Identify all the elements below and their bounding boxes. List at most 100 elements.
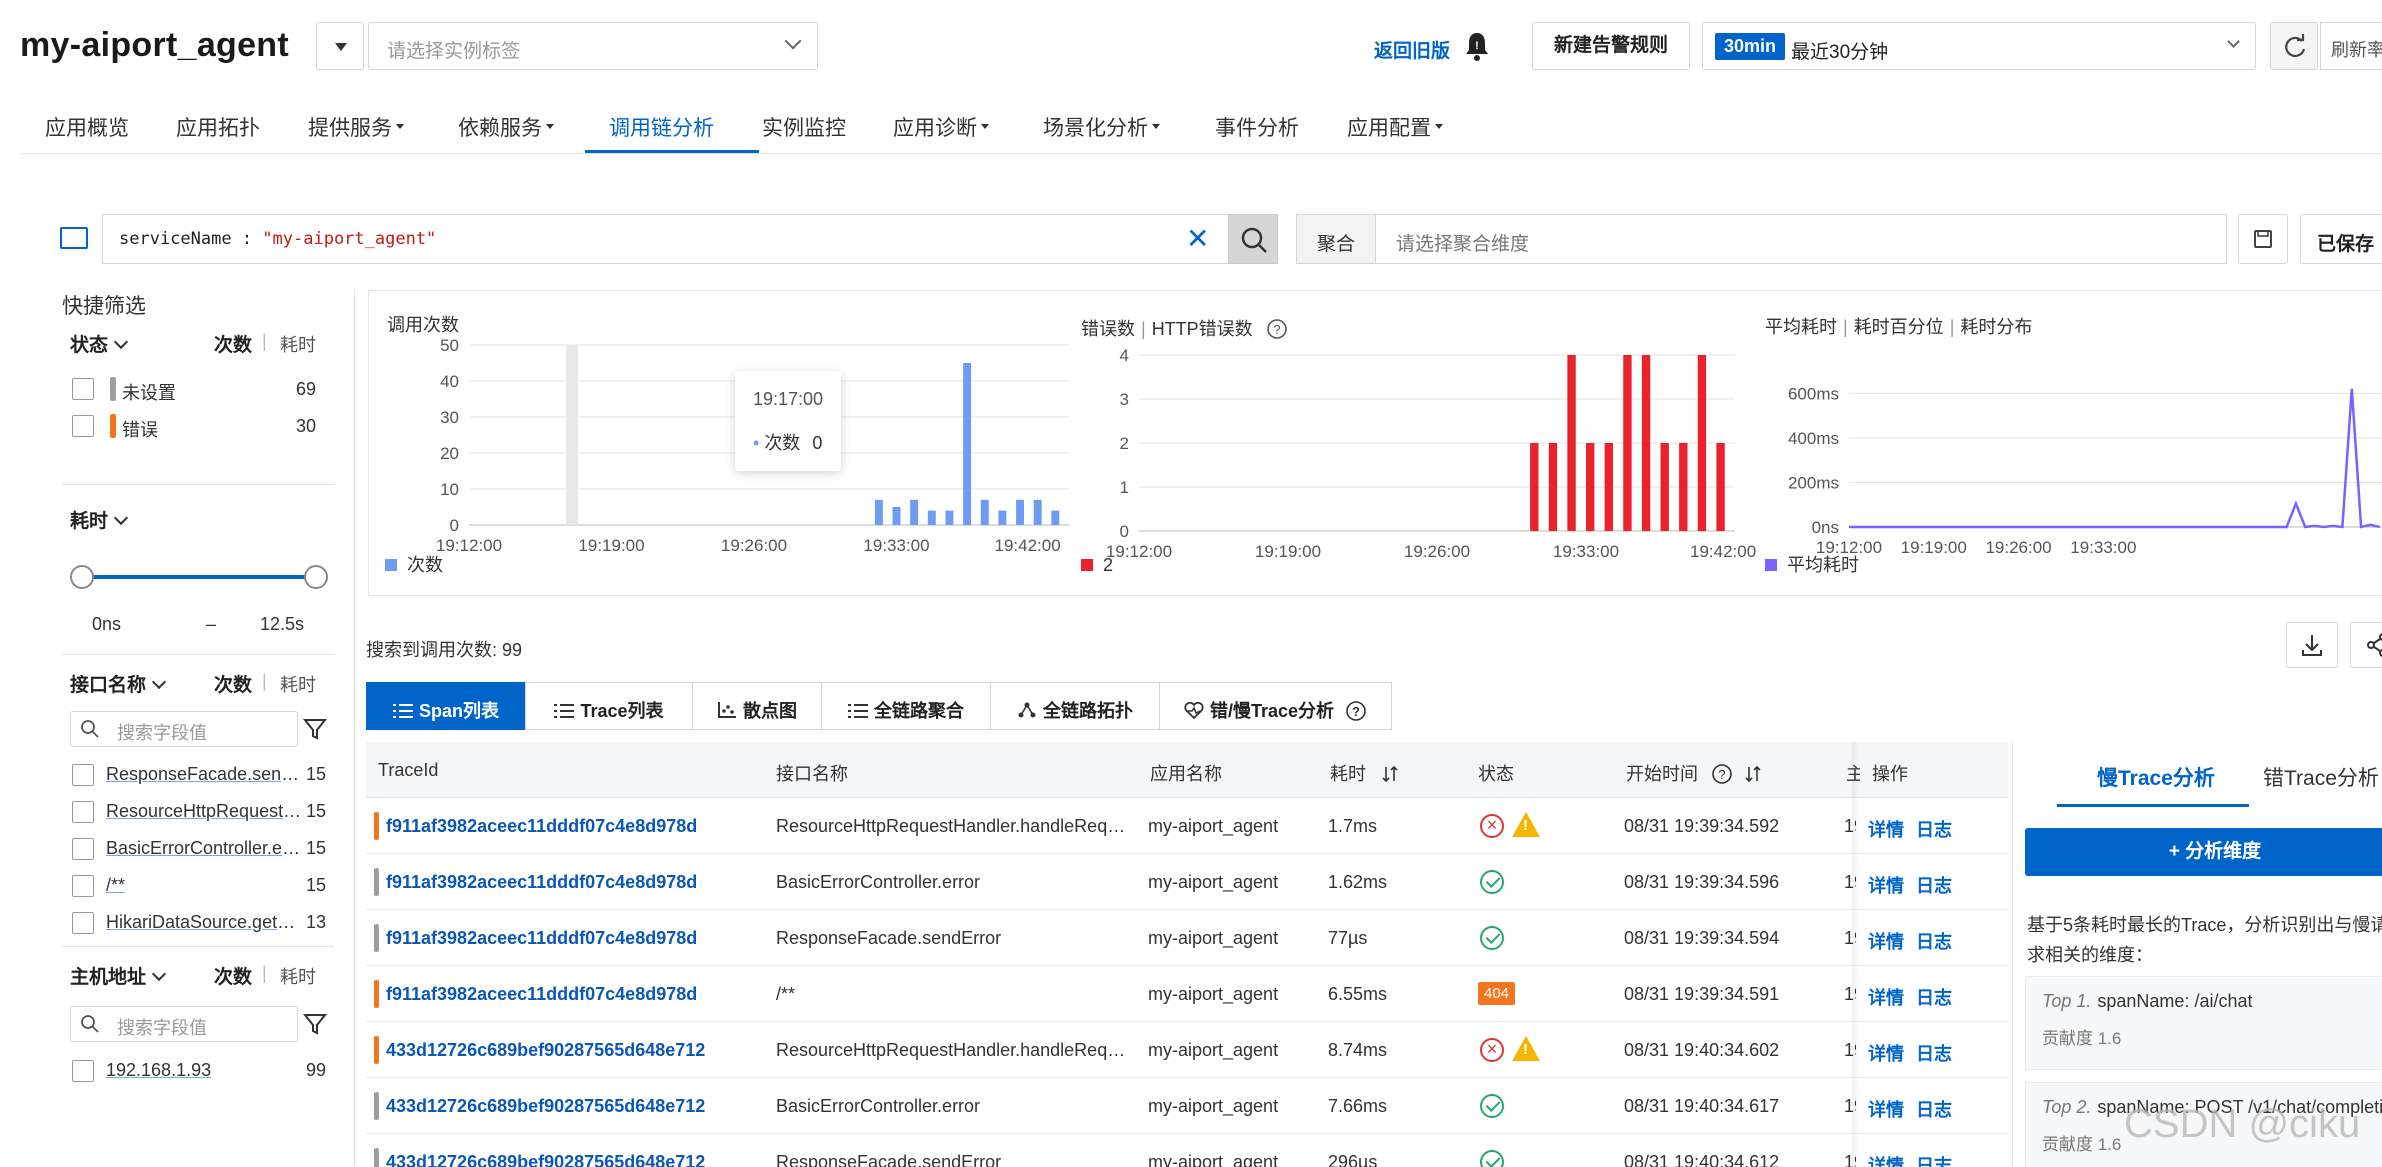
duration-column-header[interactable]: 耗时 [280,331,316,357]
detail-link[interactable]: 详情 [1868,1152,1904,1167]
calls-chart[interactable]: 0 10 20 30 40 50 19:12:00 19:19:00 19:26:00 19:33… [369,331,1069,591]
instance-tag-select[interactable]: 请选择实例标签 [368,22,818,70]
dimension-card[interactable]: Top 1. spanName: /ai/chat 贡献度 1.6 [2025,976,2382,1070]
log-link[interactable]: 日志 [1916,1040,1952,1066]
count-column-header[interactable]: 次数 [214,962,252,989]
trace-id-link[interactable]: f911af3982aceec11dddf07c4e8d978d [386,816,762,837]
bar [1697,355,1707,531]
tab-error-trace-analysis[interactable]: 错Trace分析 [2263,762,2379,792]
duration-column-header[interactable]: 耗时 [280,671,316,697]
tab-provided-services[interactable]: 提供服务 [308,112,404,142]
table-row[interactable]: f911af3982aceec11dddf07c4e8d978d Resource… [366,798,2008,854]
tab-full-link-topology[interactable]: 全链路拓扑 [990,682,1160,730]
filter-icon[interactable] [302,1011,328,1037]
log-link[interactable]: 日志 [1916,816,1952,842]
interface-checkbox[interactable] [72,875,94,897]
log-link[interactable]: 日志 [1916,984,1952,1010]
share-button[interactable] [2350,622,2382,668]
table-row[interactable]: 433d12726c689bef90287565d648e712 Resource… [366,1022,2008,1078]
trace-id-link[interactable]: f911af3982aceec11dddf07c4e8d978d [386,928,762,949]
filter-icon[interactable] [302,716,328,742]
log-link[interactable]: 日志 [1916,928,1952,954]
save-query-button[interactable] [2238,214,2288,264]
errors-chart[interactable]: 0 1 2 3 4 19:12:00 19:19:00 19:26:00 19:33:00 19:… [1069,331,1759,591]
table-row[interactable]: 433d12726c689bef90287565d648e712 Response… [366,1134,2008,1167]
tab-trace-analysis[interactable]: 调用链分析 [609,112,714,142]
tab-dependent-services[interactable]: 依赖服务 [458,112,554,142]
detail-link[interactable]: 详情 [1868,816,1904,842]
tab-trace-list[interactable]: Trace列表 [525,682,693,730]
duration-column-header[interactable]: 耗时 [280,963,316,989]
interface-checkbox[interactable] [72,838,94,860]
trace-id-link[interactable]: 433d12726c689bef90287565d648e712 [386,1152,762,1167]
aggregate-dimension-input[interactable]: 请选择聚合维度 [1375,214,2227,264]
old-version-link[interactable]: 返回旧版 [1374,36,1450,63]
tab-slow-trace-analysis[interactable]: 慢Trace分析 [2097,762,2215,792]
tab-span-list[interactable]: Span列表 [366,682,526,730]
query-input[interactable]: serviceName : "my-aiport_agent" [102,214,1230,264]
detail-link[interactable]: 详情 [1868,1096,1904,1122]
download-button[interactable] [2286,622,2338,668]
host-section-toggle[interactable]: 主机地址 [70,962,167,989]
tab-instance-monitor[interactable]: 实例监控 [762,112,846,142]
help-icon[interactable]: ? [1711,763,1733,785]
table-row[interactable]: f911af3982aceec11dddf07c4e8d978d BasicErr… [366,854,2008,910]
clear-icon[interactable]: ✕ [1186,222,1209,255]
new-alert-rule-button[interactable]: 新建告警规则 [1532,22,1690,70]
tab-scatter[interactable]: 散点图 [692,682,822,730]
count-column-header[interactable]: 次数 [214,670,252,697]
table-row[interactable]: 433d12726c689bef90287565d648e712 BasicErr… [366,1078,2008,1134]
duration-section-toggle[interactable]: 耗时 [70,506,129,533]
col-header-duration[interactable]: 耗时 [1318,742,1466,798]
interface-checkbox[interactable] [72,801,94,823]
app-dropdown-button[interactable] [316,22,364,70]
interface-checkbox[interactable] [72,912,94,934]
search-button[interactable] [1228,214,1278,264]
interface-search-input[interactable]: 搜索字段值 [70,711,298,747]
help-icon[interactable]: ? [1345,700,1367,722]
detail-link[interactable]: 详情 [1868,984,1904,1010]
duration-chart[interactable]: 0ns200ms400ms600ms19:12:00 19:19:00 19:26:… [1749,331,2382,591]
add-dimension-button[interactable]: + 分析维度 [2025,828,2382,876]
table-row[interactable]: f911af3982aceec11dddf07c4e8d978d Response… [366,910,2008,966]
status-checkbox[interactable] [72,378,94,400]
detail-link[interactable]: 详情 [1868,872,1904,898]
status-checkbox[interactable] [72,415,94,437]
log-link[interactable]: 日志 [1916,1096,1952,1122]
tab-full-link-aggregation[interactable]: 全链路聚合 [821,682,991,730]
log-link[interactable]: 日志 [1916,872,1952,898]
tab-app-config[interactable]: 应用配置 [1347,112,1443,142]
sort-icon[interactable] [1744,765,1762,783]
col-header-start-time[interactable]: 开始时间 ? [1614,742,1836,798]
tab-topology[interactable]: 应用拓扑 [176,112,260,142]
trace-id-link[interactable]: f911af3982aceec11dddf07c4e8d978d [386,984,762,1005]
tab-app-diagnosis[interactable]: 应用诊断 [893,112,989,142]
tab-event-analysis[interactable]: 事件分析 [1215,112,1299,142]
tab-error-slow-trace-analysis[interactable]: 错/慢Trace分析 ? [1159,682,1392,730]
bell-icon[interactable]: ! [1462,30,1492,62]
refresh-button[interactable] [2270,22,2318,70]
refresh-rate-select[interactable]: 刷新率 [2320,22,2382,70]
collapse-panel-icon[interactable] [60,227,88,249]
trace-id-link[interactable]: 433d12726c689bef90287565d648e712 [386,1096,762,1117]
count-column-header[interactable]: 次数 [214,330,252,357]
interface-checkbox[interactable] [72,764,94,786]
detail-link[interactable]: 详情 [1868,1040,1904,1066]
status-section-toggle[interactable]: 状态 [70,330,129,357]
duration-slider-track[interactable] [82,575,316,579]
trace-id-link[interactable]: 433d12726c689bef90287565d648e712 [386,1040,762,1061]
log-link[interactable]: 日志 [1916,1152,1952,1167]
host-checkbox[interactable] [72,1060,94,1082]
sort-icon[interactable] [1381,765,1399,783]
interface-section-toggle[interactable]: 接口名称 [70,670,167,697]
host-search-input[interactable]: 搜索字段值 [70,1006,298,1042]
trace-id-link[interactable]: f911af3982aceec11dddf07c4e8d978d [386,872,762,893]
detail-link[interactable]: 详情 [1868,928,1904,954]
saved-queries-button[interactable]: 已保存 [2300,214,2382,264]
table-row[interactable]: f911af3982aceec11dddf07c4e8d978d /** my-ai… [366,966,2008,1022]
tab-overview[interactable]: 应用概览 [45,112,129,142]
time-range-select[interactable]: 30min 最近30分钟 [1702,22,2256,70]
duration-slider-min-handle[interactable] [70,565,94,589]
duration-slider-max-handle[interactable] [304,565,328,589]
tab-scenario-analysis[interactable]: 场景化分析 [1043,112,1160,142]
